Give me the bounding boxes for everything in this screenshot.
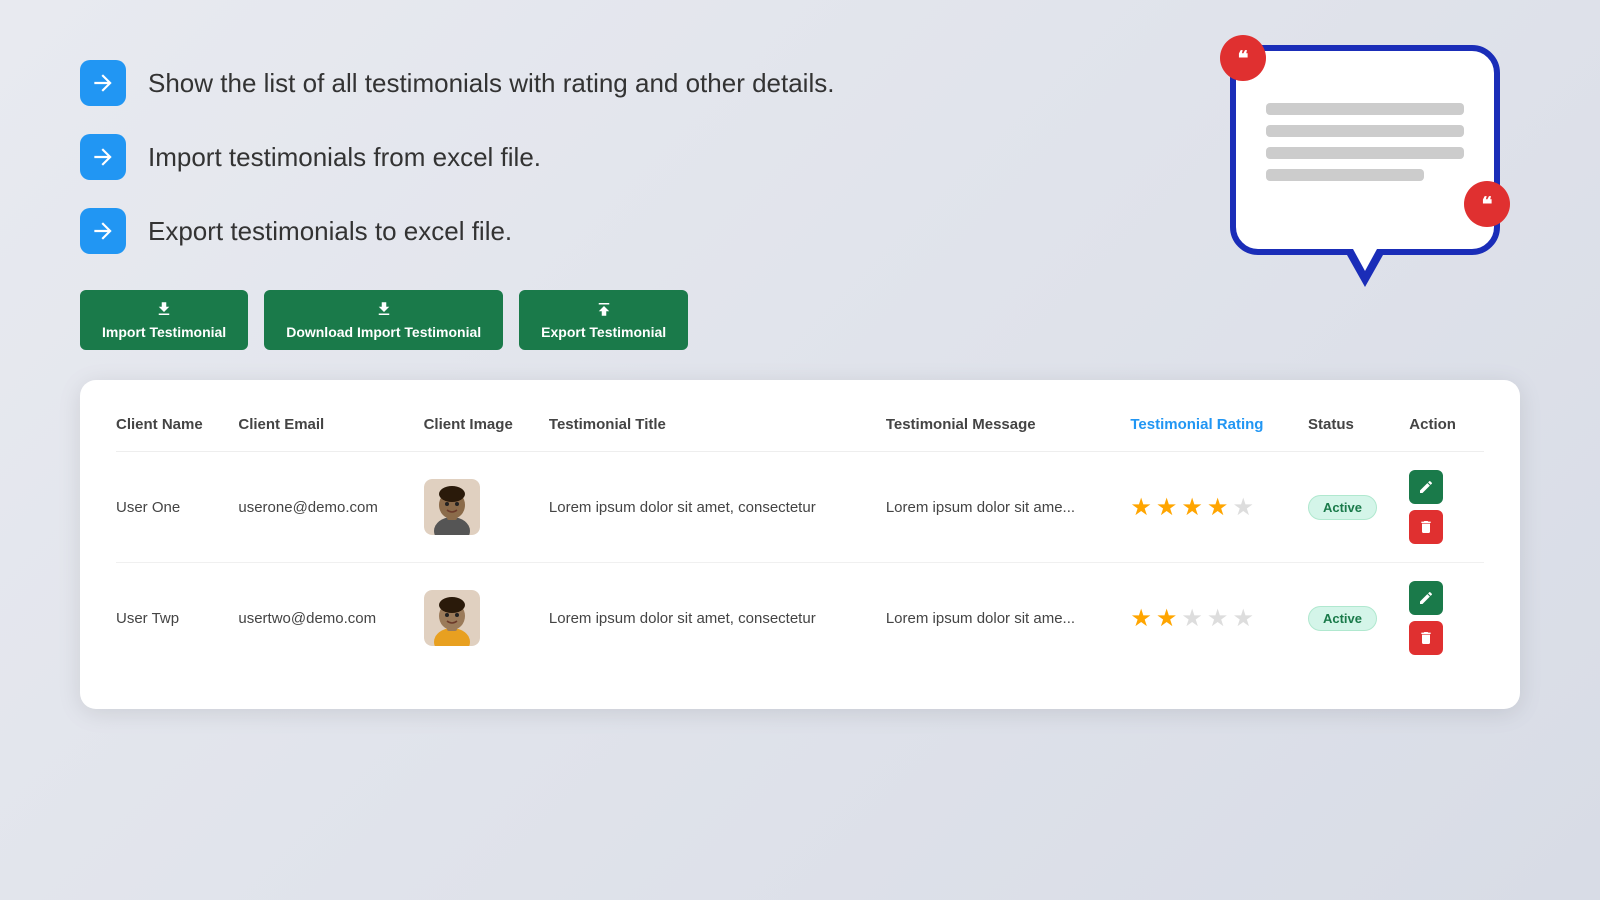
cell-image [424, 452, 549, 563]
cell-message: Lorem ipsum dolor sit ame... [886, 452, 1131, 563]
star-2: ★ [1156, 604, 1178, 633]
bubble-line-1 [1266, 103, 1464, 115]
rating-stars: ★★★★★ [1130, 493, 1292, 522]
cell-email: userone@demo.com [238, 452, 423, 563]
table-header-row: Client Name Client Email Client Image Te… [116, 416, 1484, 452]
export-testimonial-button[interactable]: Export Testimonial [519, 290, 688, 350]
star-4: ★ [1207, 604, 1229, 633]
status-badge: Active [1308, 495, 1377, 520]
download-import-testimonial-button[interactable]: Download Import Testimonial [264, 290, 503, 350]
bubble-line-2 [1266, 125, 1464, 137]
delete-button[interactable] [1409, 621, 1443, 655]
table-row: User Twp usertwo@demo.com Lorem ipsum do… [116, 563, 1484, 674]
arrow-icon-3 [80, 208, 126, 254]
cell-title: Lorem ipsum dolor sit amet, consectetur [549, 563, 886, 674]
edit-button[interactable] [1409, 470, 1443, 504]
cell-name: User One [116, 452, 238, 563]
cell-rating: ★★★★★ [1130, 452, 1308, 563]
edit-button[interactable] [1409, 581, 1443, 615]
col-testimonial-rating: Testimonial Rating [1130, 416, 1308, 452]
delete-button[interactable] [1409, 510, 1443, 544]
action-icons [1409, 581, 1468, 655]
star-1: ★ [1130, 604, 1152, 633]
client-avatar [424, 479, 480, 535]
feature-text-2: Import testimonials from excel file. [148, 142, 541, 173]
col-action: Action [1409, 416, 1484, 452]
cell-image [424, 563, 549, 674]
star-3: ★ [1181, 604, 1203, 633]
import-testimonial-button[interactable]: Import Testimonial [80, 290, 248, 350]
arrow-icon-2 [80, 134, 126, 180]
col-testimonial-message: Testimonial Message [886, 416, 1131, 452]
bubble-line-3 [1266, 147, 1464, 159]
quote-top-left-icon: ❝ [1220, 35, 1266, 81]
action-buttons: Import Testimonial Download Import Testi… [80, 290, 1520, 350]
rating-stars: ★★★★★ [1130, 604, 1292, 633]
table-row: User One userone@demo.com Lorem ipsum do… [116, 452, 1484, 563]
star-4: ★ [1207, 493, 1229, 522]
star-5: ★ [1232, 604, 1254, 633]
testimonials-table: Client Name Client Email Client Image Te… [116, 416, 1484, 673]
cell-action [1409, 563, 1484, 674]
speech-bubble: ❝ ❝ [1230, 45, 1500, 285]
cell-status: Active [1308, 563, 1409, 674]
cell-action [1409, 452, 1484, 563]
col-client-email: Client Email [238, 416, 423, 452]
cell-title: Lorem ipsum dolor sit amet, consectetur [549, 452, 886, 563]
testimonial-illustration: ❝ ❝ [1230, 45, 1500, 285]
star-1: ★ [1130, 493, 1152, 522]
status-badge: Active [1308, 606, 1377, 631]
star-5: ★ [1232, 493, 1254, 522]
feature-text-1: Show the list of all testimonials with r… [148, 68, 834, 99]
bubble-lines [1266, 103, 1464, 191]
col-client-name: Client Name [116, 416, 238, 452]
bubble-tail-inner [1353, 249, 1377, 271]
cell-email: usertwo@demo.com [238, 563, 423, 674]
client-avatar [424, 590, 480, 646]
feature-text-3: Export testimonials to excel file. [148, 216, 512, 247]
cell-message: Lorem ipsum dolor sit ame... [886, 563, 1131, 674]
action-icons [1409, 470, 1468, 544]
col-testimonial-title: Testimonial Title [549, 416, 886, 452]
star-2: ★ [1156, 493, 1178, 522]
bubble-outer: ❝ ❝ [1230, 45, 1500, 255]
col-status: Status [1308, 416, 1409, 452]
col-client-image: Client Image [424, 416, 549, 452]
bubble-line-4 [1266, 169, 1424, 181]
star-3: ★ [1181, 493, 1203, 522]
quote-bottom-right-icon: ❝ [1464, 181, 1510, 227]
arrow-icon-1 [80, 60, 126, 106]
table-card: Client Name Client Email Client Image Te… [80, 380, 1520, 709]
cell-name: User Twp [116, 563, 238, 674]
cell-status: Active [1308, 452, 1409, 563]
cell-rating: ★★★★★ [1130, 563, 1308, 674]
